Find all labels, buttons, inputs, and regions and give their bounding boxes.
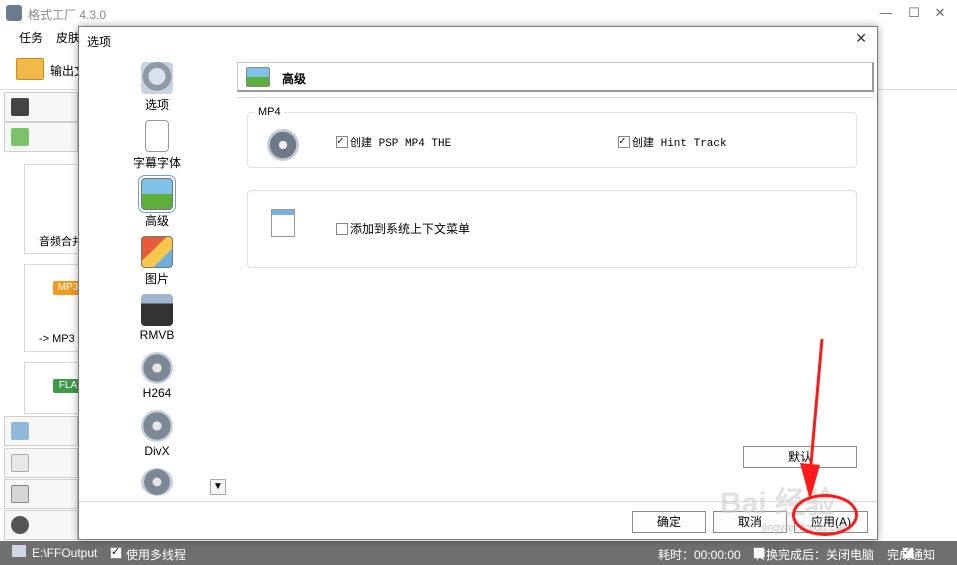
nav-item-options[interactable]: 选项 — [129, 62, 185, 113]
menu-skin[interactable]: 皮肤 — [56, 29, 80, 46]
nav-item-picture[interactable]: 图片 — [129, 236, 185, 287]
nav-scroll-down-button[interactable]: ▼ — [210, 479, 226, 495]
nav-item-advanced[interactable]: 高级 — [129, 175, 185, 229]
tab-audio[interactable] — [4, 122, 78, 152]
minimize-button[interactable]: — — [876, 4, 896, 22]
context-menu-option[interactable]: 添加到系统上下文菜单 — [336, 220, 470, 237]
nav-item-rmvb[interactable]: RMVB — [129, 294, 185, 342]
close-app-button[interactable]: ✕ — [930, 4, 950, 22]
ok-button[interactable]: 确定 — [632, 511, 706, 533]
app-titlebar — [0, 0, 957, 26]
landscape-icon — [138, 175, 176, 213]
app-title: 格式工厂 4.3.0 — [28, 8, 107, 22]
red-arrow-annotation — [800, 338, 824, 500]
output-folder-icon[interactable] — [16, 58, 44, 80]
document-icon — [11, 454, 29, 472]
video-clapper-icon — [11, 98, 29, 116]
context-menu-icon — [271, 209, 295, 237]
tab-video[interactable] — [4, 92, 78, 122]
section-title: 高级 — [282, 72, 307, 86]
card-audio-merge[interactable]: 音频合并 — [24, 164, 83, 254]
psp-mp4-option[interactable]: 创建 PSP MP4 THE — [336, 134, 451, 150]
font-document-icon — [145, 120, 169, 152]
psp-mp4-checkbox[interactable] — [336, 134, 348, 148]
tab-rom-device[interactable] — [4, 479, 78, 509]
multithread-checkbox[interactable] — [110, 545, 122, 559]
multithread-label: 使用多线程 — [126, 548, 187, 562]
section-header: 高级 — [237, 62, 874, 92]
hint-track-label: 创建 Hint Track — [632, 138, 727, 150]
card-to-mp3[interactable]: MP3 -> MP3 — [24, 264, 83, 352]
maximize-button[interactable]: ☐ — [904, 4, 924, 22]
picture-icon — [11, 422, 29, 440]
options-dialog: 选项 ✕ 选项 字幕字体 高级 图片 RMVB H264 DivX ▼ 高级 M… — [78, 26, 878, 540]
context-menu-checkbox[interactable] — [336, 223, 348, 235]
options-nav: 选项 字幕字体 高级 图片 RMVB H264 DivX — [129, 62, 249, 497]
film-reel-icon — [141, 410, 173, 442]
context-menu-label: 添加到系统上下文菜单 — [350, 222, 471, 236]
film-reel-icon — [267, 129, 299, 161]
nav-item-subtitle-font[interactable]: 字幕字体 — [129, 120, 185, 171]
hint-track-option[interactable]: 创建 Hint Track — [618, 134, 727, 150]
card-label: 音频合并 — [39, 236, 83, 248]
dialog-title: 选项 — [87, 35, 112, 49]
format-factory-logo-icon — [6, 5, 22, 21]
section-divider — [237, 97, 874, 98]
film-reel-icon — [11, 516, 29, 534]
elapsed-time: 耗时：00:00:00 — [658, 548, 741, 562]
notify-label: 完成通知 — [887, 548, 936, 562]
tab-utilities[interactable] — [4, 510, 78, 540]
card-to-flac[interactable]: FLA — [24, 362, 83, 414]
after-convert-label: 转换完成后：关闭电脑 — [754, 548, 875, 562]
camera-reel-icon — [141, 62, 173, 94]
nav-item-more[interactable] — [129, 468, 185, 496]
film-reel-icon — [141, 352, 173, 384]
red-circle-annotation — [792, 494, 858, 536]
card-label: -> MP3 — [39, 333, 75, 345]
nav-item-divx[interactable]: DivX — [129, 410, 185, 458]
hint-track-checkbox[interactable] — [618, 134, 630, 148]
nav-item-h264[interactable]: H264 — [129, 352, 185, 400]
drive-icon — [11, 485, 29, 503]
folder-icon — [12, 545, 26, 557]
film-reel-icon — [141, 468, 173, 496]
psp-mp4-label: 创建 PSP MP4 THE — [350, 138, 452, 150]
dialog-close-button[interactable]: ✕ — [855, 30, 867, 47]
landscape-icon — [246, 67, 270, 87]
output-path[interactable]: E:\FFOutput — [32, 546, 97, 560]
tab-document[interactable] — [4, 448, 78, 478]
tab-picture[interactable] — [4, 416, 78, 446]
menu-tasks[interactable]: 任务 — [19, 29, 43, 46]
music-note-icon — [11, 128, 29, 146]
picture-icon — [141, 236, 173, 268]
real-media-icon — [141, 294, 173, 326]
mp4-group-legend: MP4 — [255, 106, 284, 118]
